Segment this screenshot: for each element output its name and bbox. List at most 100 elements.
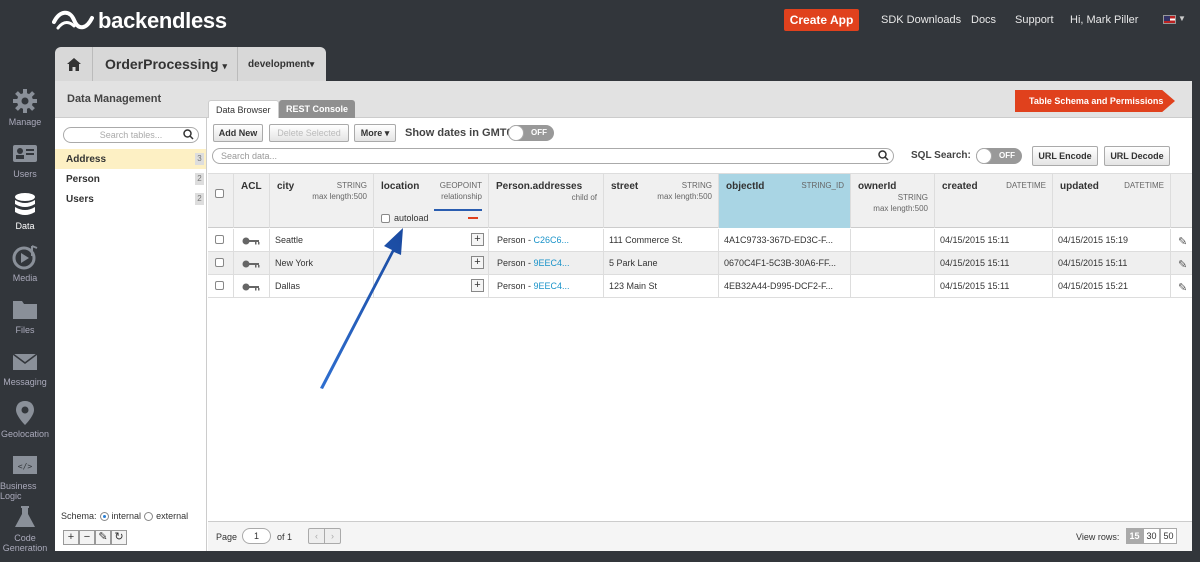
location-cell[interactable]: + [374,229,489,252]
gmt-toggle[interactable]: OFF [508,125,554,141]
person-cell[interactable]: Person - 9EEC4... [489,275,604,298]
row-checkbox[interactable] [215,258,224,267]
add-relation-button[interactable]: + [471,256,484,269]
table-item-address[interactable]: Address 3 [55,149,206,169]
edit-row-icon[interactable]: ✎ [1178,281,1187,294]
version-selector[interactable]: development▾ [238,47,327,81]
search-data-input[interactable]: Search data... [212,148,894,164]
created-cell[interactable]: 04/15/2015 15:11 [935,275,1053,298]
person-cell[interactable]: Person - 9EEC4... [489,252,604,275]
tab-rest-console[interactable]: REST Console [279,100,356,118]
header-updated[interactable]: updated DATETIME [1053,174,1171,228]
location-cell[interactable]: + [374,252,489,275]
backendless-logo[interactable]: backendless [52,8,227,34]
location-cell[interactable]: + [374,275,489,298]
delete-selected-button[interactable]: Delete Selected [269,124,349,142]
add-relation-button[interactable]: + [471,279,484,292]
more-button[interactable]: More ▾ [354,124,396,142]
nav-geolocation[interactable]: Geolocation [0,400,50,452]
url-decode-button[interactable]: URL Decode [1104,146,1170,166]
nav-code-generation[interactable]: Code Generation [0,504,50,562]
home-button[interactable] [55,47,93,81]
docs-link[interactable]: Docs [971,14,996,26]
street-cell[interactable]: 123 Main St [604,275,719,298]
objectid-cell[interactable]: 4EB32A44-D995-DCF2-F... [719,275,851,298]
person-link[interactable]: C26C6... [534,235,570,245]
nav-business-logic[interactable]: </> Business Logic [0,452,50,504]
sdk-downloads-link[interactable]: SDK Downloads [881,14,961,26]
edit-table-button[interactable]: ✎ [95,530,111,545]
nav-media[interactable]: Media [0,244,50,296]
nav-messaging[interactable]: Messaging [0,348,50,400]
header-city[interactable]: city STRING max length:500 [270,174,374,228]
create-app-button[interactable]: Create App [784,9,859,31]
table-item-users[interactable]: Users 2 [55,189,206,209]
remove-table-button[interactable]: − [79,530,95,545]
header-location[interactable]: location GEOPOINT relationship autoload [374,174,489,228]
ownerid-cell[interactable] [851,275,935,298]
select-all-checkbox[interactable] [215,189,224,198]
next-page-button[interactable]: › [325,529,340,543]
edit-row-icon[interactable]: ✎ [1178,258,1187,271]
street-cell[interactable]: 5 Park Lane [604,252,719,275]
view-rows-50[interactable]: 50 [1160,528,1177,544]
table-row[interactable]: Dallas + Person - 9EEC4... 123 Main St 4… [208,275,1192,298]
person-cell[interactable]: Person - C26C6... [489,229,604,252]
edit-row-icon[interactable]: ✎ [1178,235,1187,248]
nav-users[interactable]: Users [0,140,50,192]
row-checkbox[interactable] [215,235,224,244]
url-encode-button[interactable]: URL Encode [1032,146,1098,166]
add-table-button[interactable]: + [63,530,79,545]
view-rows-15[interactable]: 15 [1126,528,1143,544]
header-created[interactable]: created DATETIME [935,174,1053,228]
autoload-checkbox[interactable] [381,213,390,223]
schema-internal-radio[interactable] [99,511,109,521]
add-new-button[interactable]: Add New [213,124,263,142]
remove-relation-icon[interactable] [468,217,478,219]
city-cell[interactable]: Dallas [270,275,374,298]
add-relation-button[interactable]: + [471,233,484,246]
header-person-addresses[interactable]: Person.addresses child of [489,174,604,228]
table-item-person[interactable]: Person 2 [55,169,206,189]
app-selector[interactable]: OrderProcessing ▾ [93,47,239,81]
street-cell[interactable]: 111 Commerce St. [604,229,719,252]
search-tables-input[interactable]: Search tables... [63,127,199,143]
acl-cell[interactable] [234,275,270,298]
header-acl[interactable]: ACL [234,174,270,228]
row-checkbox[interactable] [215,281,224,290]
user-menu[interactable]: Hi, Mark Piller [1070,14,1138,26]
updated-cell[interactable]: 04/15/2015 15:11 [1053,252,1171,275]
nav-files[interactable]: Files [0,296,50,348]
refresh-button[interactable]: ↻ [111,530,127,545]
city-cell[interactable]: Seattle [270,229,374,252]
table-schema-button[interactable]: Table Schema and Permissions [1015,90,1175,112]
acl-cell[interactable] [234,252,270,275]
header-street[interactable]: street STRING max length:500 [604,174,719,228]
acl-cell[interactable] [234,229,270,252]
ownerid-cell[interactable] [851,252,935,275]
header-objectid[interactable]: objectId STRING_ID [719,174,851,228]
person-link[interactable]: 9EEC4... [534,281,570,291]
ownerid-cell[interactable] [851,229,935,252]
page-number-input[interactable]: 1 [242,528,271,544]
sql-search-toggle[interactable]: OFF [976,148,1022,164]
nav-data[interactable]: Data [0,192,50,244]
objectid-cell[interactable]: 4A1C9733-367D-ED3C-F... [719,229,851,252]
us-flag-icon[interactable] [1163,15,1176,24]
updated-cell[interactable]: 04/15/2015 15:21 [1053,275,1171,298]
person-link[interactable]: 9EEC4... [534,258,570,268]
schema-external-radio[interactable] [144,511,154,521]
table-row[interactable]: New York + Person - 9EEC4... 5 Park Lane… [208,252,1192,275]
view-rows-30[interactable]: 30 [1143,528,1160,544]
created-cell[interactable]: 04/15/2015 15:11 [935,252,1053,275]
objectid-cell[interactable]: 0670C4F1-5C3B-30A6-FF... [719,252,851,275]
header-ownerid[interactable]: ownerId STRING max length:500 [851,174,935,228]
city-cell[interactable]: New York [270,252,374,275]
tab-data-browser[interactable]: Data Browser [208,100,279,118]
prev-page-button[interactable]: ‹ [309,529,325,543]
created-cell[interactable]: 04/15/2015 15:11 [935,229,1053,252]
support-link[interactable]: Support [1015,14,1054,26]
updated-cell[interactable]: 04/15/2015 15:19 [1053,229,1171,252]
nav-manage[interactable]: Manage [0,88,50,140]
table-row[interactable]: Seattle + Person - C26C6... 111 Commerce… [208,229,1192,252]
